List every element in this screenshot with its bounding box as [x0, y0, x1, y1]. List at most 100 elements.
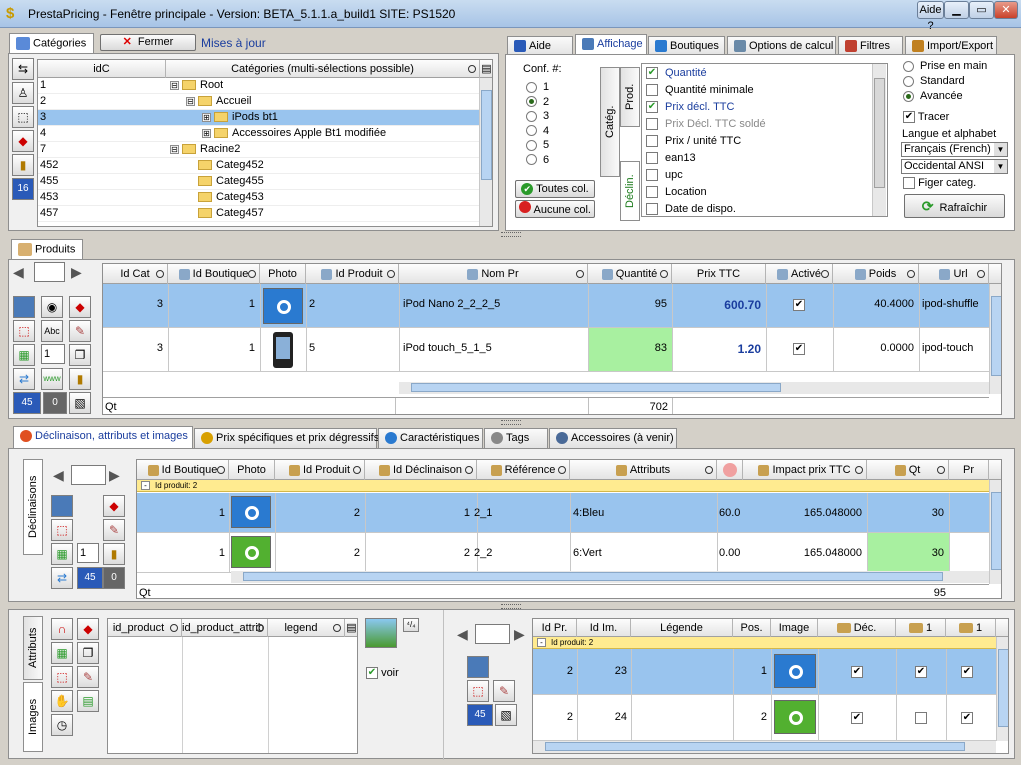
image-col-3[interactable]: Pos.	[733, 619, 771, 637]
mode-option-1[interactable]: Standard	[903, 75, 965, 87]
products-step-input[interactable]: 1	[41, 344, 65, 364]
column-checkbox[interactable]	[646, 84, 658, 97]
cell-qty[interactable]: 95	[589, 284, 672, 327]
column-option[interactable]: Prix / unité TTC	[646, 135, 871, 151]
radio-button[interactable]	[526, 139, 537, 151]
refresh-button[interactable]: ⟳ Rafraîchir	[904, 194, 1005, 218]
shop2-checkbox[interactable]: ✔	[961, 666, 973, 678]
column-option[interactable]: Prix Décl. TTC soldé	[646, 118, 871, 134]
image-col-7[interactable]: 1	[946, 619, 996, 637]
variant-col-8[interactable]: Qt	[867, 460, 949, 480]
tab-products[interactable]: Produits	[11, 239, 83, 261]
col-5[interactable]: Quantité	[588, 264, 672, 284]
column-option[interactable]: Location	[646, 186, 871, 202]
feather-icon[interactable]: ✎	[493, 680, 515, 702]
copy-icon[interactable]: ❐	[69, 344, 91, 366]
eraser-icon[interactable]: ◆	[69, 296, 91, 318]
column-option[interactable]: ✔ Prix décl. TTC	[646, 101, 871, 117]
radio-button[interactable]	[903, 60, 914, 72]
ipod-green-thumbnail[interactable]	[774, 700, 816, 734]
group-collapse-icon[interactable]: -	[141, 481, 150, 490]
variant-col-7[interactable]: Impact prix TTC	[743, 460, 867, 480]
category-row[interactable]: 4 ⊞ Accessoires Apple Bt1 modifiée	[38, 126, 479, 142]
people-icon[interactable]: ♙	[12, 82, 34, 104]
tab-variants-0[interactable]: Déclinaison, attributs et images	[13, 426, 193, 448]
col-0[interactable]: Id Cat	[103, 264, 168, 284]
products-hscroll[interactable]	[399, 382, 989, 394]
image-row[interactable]: 2 23 1 ✔ ✔ ✔	[533, 649, 996, 695]
bottle-icon[interactable]: ▮	[12, 154, 34, 176]
close-window-button[interactable]: ✕	[994, 1, 1018, 19]
radio-button[interactable]	[903, 90, 914, 102]
variants-vscroll[interactable]	[989, 480, 1001, 584]
help-window-button[interactable]: Aide ?	[917, 1, 944, 32]
active-checkbox[interactable]: ✔	[793, 343, 805, 355]
splitter-top[interactable]	[0, 231, 1021, 237]
see-option[interactable]: ✔ voir	[366, 667, 399, 680]
eraser-icon[interactable]: ◆	[103, 495, 125, 517]
group-collapse-icon[interactable]: -	[537, 638, 546, 647]
cell-qty[interactable]: 83	[589, 328, 672, 371]
products-vscroll[interactable]	[989, 284, 1001, 394]
vtab-declin[interactable]: Déclin.	[620, 161, 640, 221]
image-col-5[interactable]: Déc.	[818, 619, 896, 637]
col-2[interactable]: Photo	[260, 264, 306, 284]
categories-scrollbar[interactable]	[479, 78, 492, 226]
column-option[interactable]: Date de dispo.	[646, 203, 871, 216]
variants-hscroll[interactable]	[231, 571, 991, 583]
variant-col-2[interactable]: Id Produit	[275, 460, 365, 480]
world-icon[interactable]	[467, 656, 489, 678]
clock-icon[interactable]: ◷	[51, 714, 73, 736]
freeze-checkbox[interactable]	[903, 177, 915, 190]
feather-icon[interactable]: ✎	[69, 320, 91, 342]
minimize-button[interactable]: ▁	[944, 1, 969, 19]
col-1[interactable]: Id Boutique	[168, 264, 260, 284]
selection-icon[interactable]: ⬚	[12, 106, 34, 128]
category-row[interactable]: 452 Categ452	[38, 158, 479, 174]
feather-icon[interactable]: ✎	[103, 519, 125, 541]
column-option[interactable]: upc	[646, 169, 871, 185]
eraser-icon[interactable]: ◆	[12, 130, 34, 152]
vtab-categ[interactable]: Catég.	[600, 67, 620, 177]
ipod-blue-thumbnail[interactable]	[231, 496, 271, 528]
ipod-nano-thumbnail[interactable]	[263, 288, 303, 324]
cell-qty[interactable]: 30	[868, 493, 949, 532]
variant-checkbox[interactable]: ✔	[851, 712, 863, 724]
text-abc-icon[interactable]: Abc	[41, 320, 63, 342]
conf-option-1[interactable]: 1	[526, 81, 549, 93]
col-categories[interactable]: Catégories (multi-sélections possible)	[166, 60, 480, 78]
image-col-1[interactable]: Id Im.	[577, 619, 631, 637]
tab-display-4[interactable]: Filtres	[838, 36, 903, 56]
no-columns-button[interactable]: Aucune col.	[515, 200, 595, 218]
column-checkbox[interactable]	[646, 152, 658, 165]
images-filter-input[interactable]	[475, 624, 510, 644]
variants-filter-input[interactable]	[71, 465, 106, 485]
mode-option-2[interactable]: Avancée	[903, 90, 963, 102]
tree-expander-icon[interactable]: ⊞	[202, 128, 211, 138]
www-icon[interactable]: www	[41, 368, 63, 390]
col-3[interactable]: Id Produit	[306, 264, 399, 284]
tree-expander-icon[interactable]: ⊟	[170, 80, 179, 90]
tree-expander-icon[interactable]: ⊟	[170, 144, 179, 154]
category-row[interactable]: 1 ⊟ Root	[38, 78, 479, 94]
world-icon[interactable]	[51, 495, 73, 517]
excel-icon[interactable]: ▦	[13, 344, 35, 366]
arrow-right-icon[interactable]: ▶	[514, 626, 525, 643]
language-select[interactable]: Français (French) ▼	[901, 142, 1008, 157]
cell-qty[interactable]: 30	[868, 533, 949, 572]
selection-icon[interactable]: ⬚	[51, 666, 73, 688]
column-checkbox[interactable]: ✔	[646, 101, 658, 114]
variants-step-input[interactable]: 1	[77, 543, 99, 563]
image-col-6[interactable]: 1	[896, 619, 946, 637]
columns-scrollbar[interactable]	[872, 64, 886, 216]
excel-icon[interactable]: ▦	[51, 543, 73, 565]
vtab-declinaisons[interactable]: Déclinaisons	[23, 459, 43, 555]
grid-icon[interactable]: ▤	[77, 690, 99, 712]
tab-variants-3[interactable]: Tags	[484, 428, 548, 448]
selection-icon[interactable]: ⬚	[51, 519, 73, 541]
conf-option-2[interactable]: 2	[526, 96, 549, 108]
active-checkbox[interactable]: ✔	[793, 299, 805, 311]
category-row[interactable]: 453 Categ453	[38, 190, 479, 206]
tree-expander-icon[interactable]: ⊟	[186, 96, 195, 106]
conf-option-4[interactable]: 4	[526, 125, 549, 137]
